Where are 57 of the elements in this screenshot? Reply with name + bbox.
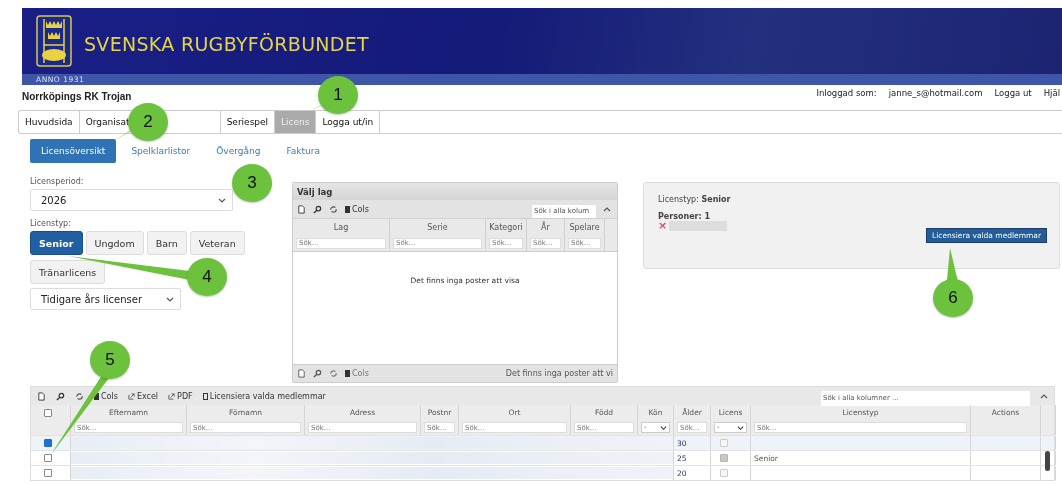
columns-button[interactable]: Cols bbox=[345, 204, 369, 214]
logged-in-label: Inloggad som: bbox=[816, 88, 877, 98]
chevron-icon bbox=[166, 295, 174, 303]
help-link[interactable]: Hjäl bbox=[1043, 88, 1060, 98]
period-select[interactable]: 2026 bbox=[30, 189, 233, 211]
refresh-icon[interactable] bbox=[329, 369, 338, 378]
search-icon[interactable] bbox=[313, 369, 322, 378]
license-type-button[interactable]: Tränarlicens bbox=[30, 260, 106, 284]
search-icon[interactable] bbox=[56, 391, 65, 401]
license-type-summary: Licenstyp: Senior bbox=[658, 195, 731, 204]
external-link-icon bbox=[168, 392, 176, 400]
page-icon[interactable] bbox=[297, 369, 306, 378]
crowns-shield-logo-icon bbox=[36, 15, 72, 67]
chevron-icon bbox=[737, 425, 744, 431]
search-icon[interactable] bbox=[313, 204, 322, 214]
row-checkbox[interactable] bbox=[44, 439, 52, 447]
banner-title: SVENSKA RUGBYFÖRBUNDET bbox=[84, 33, 369, 55]
collapse-icon[interactable] bbox=[1040, 393, 1048, 399]
page-icon[interactable] bbox=[297, 204, 306, 214]
license-members-button[interactable]: Licensiera valda medlemmar bbox=[202, 391, 326, 401]
row-checkbox[interactable] bbox=[44, 469, 52, 477]
callout-bubble: 5 bbox=[90, 341, 130, 379]
remove-icon[interactable]: × bbox=[658, 221, 668, 231]
persons-count: Personer: 1 bbox=[658, 212, 712, 221]
previous-years-select[interactable]: Tidigare års licenser bbox=[30, 288, 181, 310]
license-type-button[interactable]: Ungdom bbox=[85, 231, 144, 255]
club-name: Norrköpings RK Trojan bbox=[22, 91, 132, 102]
logout-link[interactable]: Logga ut bbox=[994, 88, 1032, 98]
sub-tab[interactable]: Spelklarlistor bbox=[120, 139, 202, 163]
license-type-button[interactable]: Veteran bbox=[189, 231, 245, 255]
license-type-label: Licenstyp: bbox=[30, 219, 72, 228]
sub-tab[interactable]: Licensöversikt bbox=[30, 139, 117, 163]
panel-title: Välj lag bbox=[293, 183, 617, 200]
refresh-icon[interactable] bbox=[75, 391, 84, 401]
nav-tab[interactable]: Huvudsida bbox=[19, 111, 80, 133]
sub-tab[interactable]: Faktura bbox=[275, 139, 331, 163]
columns-button[interactable]: Cols bbox=[345, 369, 369, 378]
pdf-export-button[interactable]: PDF bbox=[168, 391, 193, 401]
callout-bubble: 6 bbox=[933, 279, 973, 317]
period-label: Licensperiod: bbox=[30, 177, 85, 186]
external-link-icon bbox=[127, 392, 135, 400]
status-text: Det finns inga poster att vi bbox=[505, 369, 613, 378]
scrollbar[interactable] bbox=[1045, 451, 1050, 471]
sub-tab[interactable]: Övergång bbox=[205, 139, 272, 163]
select-all-checkbox[interactable] bbox=[44, 408, 52, 417]
callout-bubble: 4 bbox=[187, 258, 227, 296]
row-checkbox[interactable] bbox=[44, 454, 52, 462]
chevron-icon bbox=[660, 425, 667, 431]
page-icon[interactable] bbox=[37, 391, 46, 401]
chevron-icon bbox=[218, 196, 226, 204]
collapse-icon[interactable] bbox=[603, 206, 611, 212]
license-type-button[interactable]: Senior bbox=[30, 231, 83, 255]
callout-bubble: 2 bbox=[128, 103, 168, 141]
license-type-button[interactable]: Barn bbox=[146, 231, 187, 255]
refresh-icon[interactable] bbox=[329, 204, 338, 214]
user-email: janne_s@hotmail.com bbox=[888, 88, 983, 98]
excel-export-button[interactable]: Excel bbox=[127, 391, 159, 401]
